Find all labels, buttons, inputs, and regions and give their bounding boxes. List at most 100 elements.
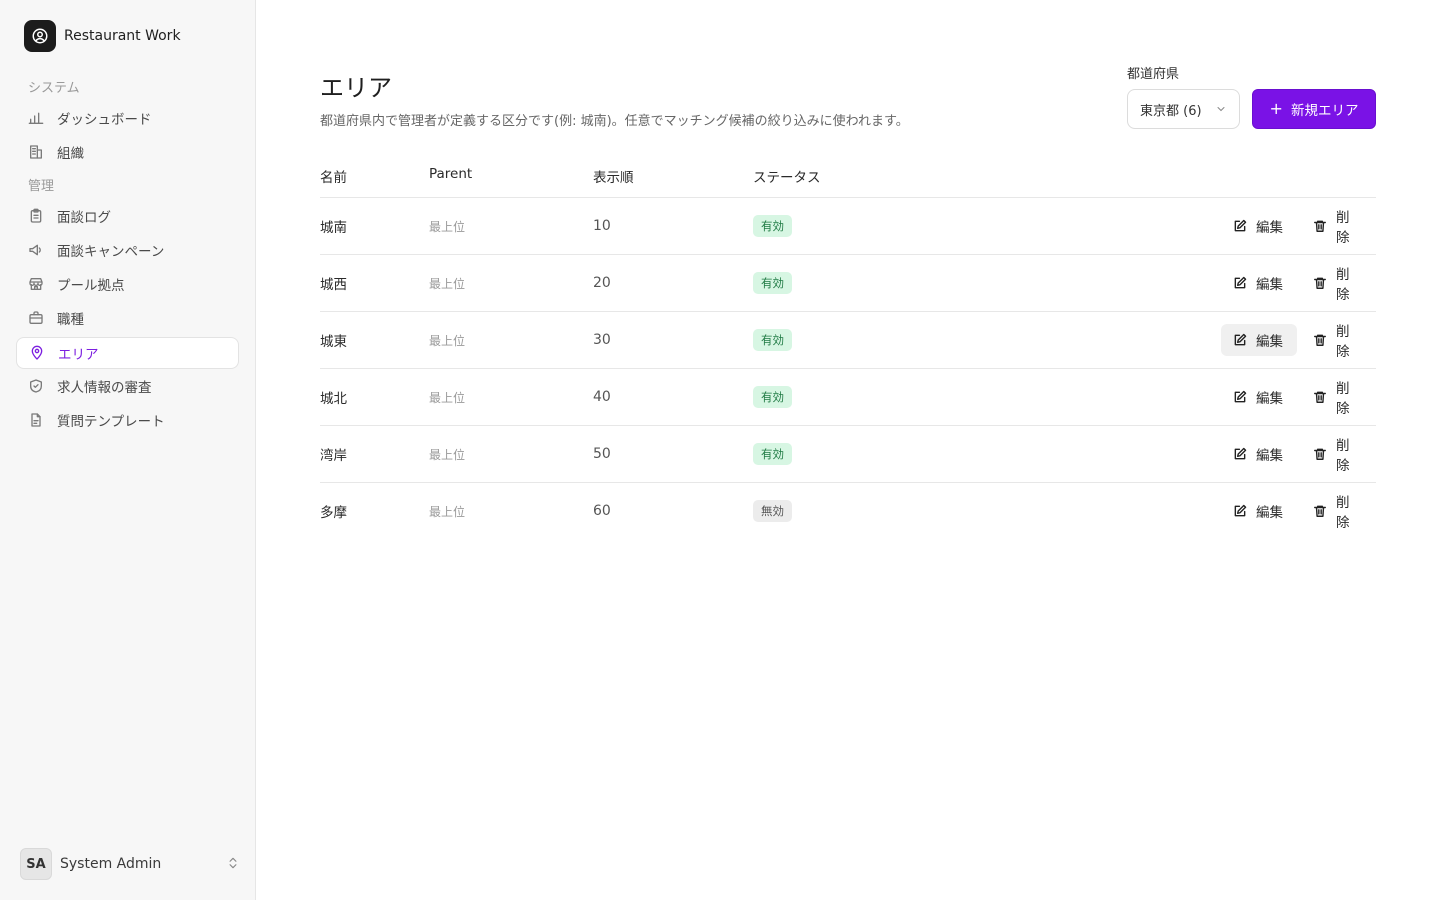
user-name: System Admin [60, 856, 162, 872]
trash-icon [1313, 219, 1327, 233]
sidebar-item-label: エリア [58, 347, 99, 363]
section-label-admin: 管理 [28, 179, 55, 194]
sidebar-item-label: 面談ログ [57, 210, 111, 226]
table-row: 湾岸 最上位 50 有効 編集 削除 [320, 426, 1376, 482]
trash-icon [1313, 504, 1327, 518]
trash-icon [1313, 447, 1327, 461]
area-name: 城東 [320, 334, 347, 350]
status-badge: 有効 [753, 386, 792, 408]
column-header-order: 表示順 [593, 170, 634, 186]
edit-button-label: 編集 [1256, 277, 1283, 293]
sidebar: Restaurant Work システム ダッシュボード 組織 管理 面談ログ … [0, 0, 256, 900]
area-name: 多摩 [320, 505, 347, 521]
area-order: 30 [593, 332, 611, 348]
new-area-button-label: 新規エリア [1290, 103, 1359, 119]
status-badge: 有効 [753, 443, 792, 465]
sidebar-item-label: 職種 [57, 312, 84, 328]
area-parent: 最上位 [429, 504, 466, 519]
user-circle-icon [24, 20, 56, 52]
sidebar-item-interview-log[interactable]: 面談ログ [16, 200, 239, 232]
section-label-system: システム [28, 81, 80, 96]
sidebar-item-job-type[interactable]: 職種 [16, 302, 239, 334]
page-title: エリア [320, 74, 392, 102]
delete-button-label: 削除 [1336, 267, 1350, 303]
status-badge: 無効 [753, 500, 792, 522]
status-badge: 有効 [753, 215, 792, 237]
edit-button-label: 編集 [1256, 505, 1283, 521]
sidebar-item-label: プール拠点 [57, 278, 125, 294]
sidebar-item-interview-campaign[interactable]: 面談キャンペーン [16, 234, 239, 266]
delete-button[interactable]: 削除 [1301, 381, 1371, 417]
area-parent: 最上位 [429, 333, 466, 348]
avatar: SA [20, 848, 52, 880]
table-row: 多摩 最上位 60 無効 編集 削除 [320, 483, 1376, 539]
chevrons-up-down-icon [226, 855, 240, 874]
sidebar-item-organization[interactable]: 組織 [16, 136, 239, 168]
table-row: 城北 最上位 40 有効 編集 削除 [320, 369, 1376, 425]
sidebar-item-dashboard[interactable]: ダッシュボード [16, 102, 239, 134]
status-badge: 有効 [753, 272, 792, 294]
user-menu[interactable]: SA System Admin [20, 847, 240, 881]
area-name: 城北 [320, 391, 347, 407]
edit-button-label: 編集 [1256, 334, 1283, 350]
edit-icon [1233, 333, 1247, 347]
trash-icon [1313, 276, 1327, 290]
area-name: 城南 [320, 220, 347, 236]
edit-button[interactable]: 編集 [1221, 210, 1297, 242]
column-header-parent: Parent [429, 166, 473, 182]
area-order: 60 [593, 503, 611, 519]
delete-button-label: 削除 [1336, 438, 1350, 474]
delete-button[interactable]: 削除 [1301, 267, 1371, 303]
chevron-down-icon [1215, 103, 1227, 115]
edit-button[interactable]: 編集 [1221, 324, 1297, 356]
area-parent: 最上位 [429, 219, 466, 234]
sidebar-item-label: ダッシュボード [57, 112, 152, 128]
area-name: 湾岸 [320, 448, 347, 464]
edit-button-label: 編集 [1256, 448, 1283, 464]
delete-button[interactable]: 削除 [1301, 324, 1371, 360]
store-icon [28, 276, 44, 292]
prefecture-select[interactable]: 東京都 (6) [1127, 89, 1240, 129]
edit-button-label: 編集 [1256, 391, 1283, 407]
edit-button[interactable]: 編集 [1221, 495, 1297, 527]
trash-icon [1313, 390, 1327, 404]
clipboard-icon [28, 208, 44, 224]
trash-icon [1313, 333, 1327, 347]
delete-button[interactable]: 削除 [1301, 438, 1371, 474]
sidebar-item-label: 求人情報の審査 [57, 380, 152, 396]
area-name: 城西 [320, 277, 347, 293]
edit-icon [1233, 276, 1247, 290]
plus-icon: + [1269, 99, 1283, 118]
sidebar-item-area[interactable]: エリア [16, 337, 239, 369]
table-row: 城東 最上位 30 有効 編集 削除 [320, 312, 1376, 368]
delete-button[interactable]: 削除 [1301, 495, 1371, 531]
delete-button[interactable]: 削除 [1301, 210, 1371, 246]
table-row: 城西 最上位 20 有効 編集 削除 [320, 255, 1376, 311]
page-description: 都道府県内で管理者が定義する区分です(例: 城南)。任意でマッチング候補の絞り込… [320, 114, 909, 129]
edit-button[interactable]: 編集 [1221, 438, 1297, 470]
delete-button-label: 削除 [1336, 381, 1350, 417]
column-header-status: ステータス [753, 170, 821, 186]
sidebar-item-pool-base[interactable]: プール拠点 [16, 268, 239, 300]
sidebar-item-label: 面談キャンペーン [57, 244, 165, 260]
new-area-button[interactable]: + 新規エリア [1252, 89, 1376, 129]
shield-check-icon [28, 378, 44, 394]
table-row: 城南 最上位 10 有効 編集 削除 [320, 198, 1376, 254]
area-order: 40 [593, 389, 611, 405]
area-order: 20 [593, 275, 611, 291]
edit-icon [1233, 390, 1247, 404]
delete-button-label: 削除 [1336, 495, 1350, 531]
area-parent: 最上位 [429, 447, 466, 462]
edit-button[interactable]: 編集 [1221, 381, 1297, 413]
sidebar-item-job-review[interactable]: 求人情報の審査 [16, 370, 239, 402]
briefcase-icon [28, 310, 44, 326]
app-name: Restaurant Work [64, 28, 181, 44]
edit-button[interactable]: 編集 [1221, 267, 1297, 299]
edit-icon [1233, 219, 1247, 233]
brand[interactable]: Restaurant Work [24, 20, 181, 52]
sidebar-item-label: 組織 [57, 146, 84, 162]
map-pin-icon [29, 345, 45, 361]
prefecture-value: 東京都 (6) [1140, 103, 1202, 119]
sidebar-item-question-template[interactable]: 質問テンプレート [16, 404, 239, 436]
building-icon [28, 144, 44, 160]
